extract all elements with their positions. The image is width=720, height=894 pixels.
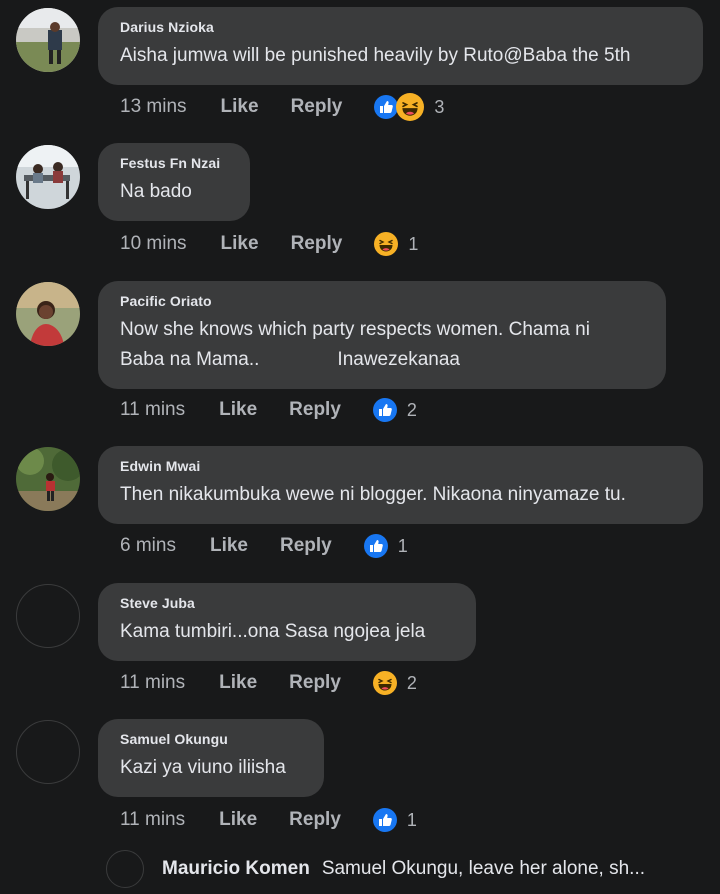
comment-author[interactable]: Samuel Okungu <box>120 731 302 747</box>
like-icon <box>372 398 397 422</box>
reply-button[interactable]: Reply <box>289 672 341 694</box>
reaction-count: 3 <box>434 96 445 117</box>
reply-button[interactable]: Reply <box>280 535 332 557</box>
comment-actions: 11 mins Like Reply 1 <box>120 805 417 835</box>
comment-text-line: Inawezekanaa <box>337 349 460 370</box>
comment-time[interactable]: 10 mins <box>120 233 187 255</box>
reply-preview[interactable]: Mauricio Komen Samuel Okungu, leave her … <box>106 846 645 892</box>
comment-bubble: Festus Fn Nzai Na bado <box>98 143 250 221</box>
comment-text: Now she knows which party respects women… <box>120 315 644 375</box>
haha-icon <box>372 671 397 695</box>
haha-icon <box>396 93 425 121</box>
comment-bubble: Pacific Oriato Now she knows which party… <box>98 281 666 389</box>
comment-time[interactable]: 6 mins <box>120 535 176 557</box>
like-button[interactable]: Like <box>210 535 248 557</box>
avatar[interactable] <box>16 720 80 784</box>
comment-bubble: Edwin Mwai Then nikakumbuka wewe ni blog… <box>98 446 703 524</box>
reply-button[interactable]: Reply <box>291 96 343 118</box>
like-button[interactable]: Like <box>219 399 257 421</box>
reactions[interactable]: 2 <box>372 671 417 695</box>
comment-actions: 13 mins Like Reply 3 <box>120 92 444 122</box>
reply-button[interactable]: Reply <box>289 809 341 831</box>
comment-author[interactable]: Steve Juba <box>120 595 454 611</box>
like-button[interactable]: Like <box>219 672 257 694</box>
comment-author[interactable]: Edwin Mwai <box>120 458 681 474</box>
like-button[interactable]: Like <box>221 233 259 255</box>
reactions[interactable]: 2 <box>372 398 417 422</box>
comment-text: Kazi ya viuno iliisha <box>120 757 286 778</box>
comment-time[interactable]: 11 mins <box>120 399 185 421</box>
comment-text-line: Now she knows which party respects women… <box>120 319 590 340</box>
reactions[interactable]: 1 <box>374 232 418 256</box>
comment-author[interactable]: Pacific Oriato <box>120 293 644 309</box>
comment-text: Kama tumbiri...ona Sasa ngojea jela <box>120 621 426 642</box>
reply-text: Samuel Okungu, leave her alone, sh... <box>321 858 646 879</box>
comment-bubble: Darius Nzioka Aisha jumwa will be punish… <box>98 7 703 85</box>
comment-text: Na bado <box>120 181 192 202</box>
avatar[interactable] <box>106 850 144 888</box>
like-button[interactable]: Like <box>221 96 259 118</box>
comment-time[interactable]: 13 mins <box>120 96 187 118</box>
reaction-count: 2 <box>406 399 417 420</box>
reactions[interactable]: 1 <box>363 534 408 558</box>
reactions[interactable]: 3 <box>374 93 444 121</box>
comment-bubble: Steve Juba Kama tumbiri...ona Sasa ngoje… <box>98 583 476 661</box>
comment-author[interactable]: Darius Nzioka <box>120 19 681 35</box>
avatar[interactable] <box>16 145 80 209</box>
reply-author[interactable]: Mauricio Komen <box>162 858 310 880</box>
comment-text-line: Baba na Mama.. <box>120 349 260 370</box>
comment-actions: 10 mins Like Reply 1 <box>120 229 418 259</box>
reaction-count: 1 <box>397 535 408 556</box>
like-icon <box>374 95 399 119</box>
comment-actions: 11 mins Like Reply 2 <box>120 668 417 698</box>
like-icon <box>372 808 397 832</box>
reaction-count: 1 <box>408 233 419 254</box>
haha-icon <box>374 232 399 256</box>
avatar[interactable] <box>16 584 80 648</box>
avatar[interactable] <box>16 447 80 511</box>
comment-time[interactable]: 11 mins <box>120 672 185 694</box>
comment-actions: 6 mins Like Reply 1 <box>120 531 408 561</box>
reaction-count: 1 <box>406 809 417 830</box>
avatar[interactable] <box>16 8 80 72</box>
comment-text: Then nikakumbuka wewe ni blogger. Nikaon… <box>120 484 626 505</box>
avatar[interactable] <box>16 282 80 346</box>
reply-button[interactable]: Reply <box>289 399 341 421</box>
comment-text: Aisha jumwa will be punished heavily by … <box>120 45 631 66</box>
like-icon <box>363 534 388 558</box>
like-button[interactable]: Like <box>219 809 257 831</box>
reaction-count: 2 <box>406 672 417 693</box>
reply-button[interactable]: Reply <box>291 233 343 255</box>
comment-actions: 11 mins Like Reply 2 <box>120 395 417 425</box>
comment-author[interactable]: Festus Fn Nzai <box>120 155 228 171</box>
comment-bubble: Samuel Okungu Kazi ya viuno iliisha <box>98 719 324 797</box>
comment-time[interactable]: 11 mins <box>120 809 185 831</box>
reactions[interactable]: 1 <box>372 808 417 832</box>
